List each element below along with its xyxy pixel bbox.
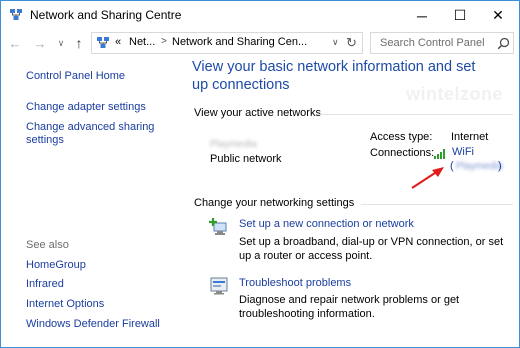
access-type-label: Access type: [370, 131, 433, 143]
wifi-ssid-paren-close: ) [498, 160, 502, 172]
recent-locations-dropdown[interactable]: ∨ [52, 33, 70, 53]
new-connection-icon [209, 218, 227, 235]
sidebar-item-change-advanced-sharing[interactable]: Change advanced sharing settings [26, 121, 176, 147]
see-also-windows-defender-firewall[interactable]: Windows Defender Firewall [26, 318, 160, 331]
troubleshoot-problems-desc: Diagnose and repair network problems or … [239, 294, 460, 320]
close-button[interactable]: ✕ [481, 1, 515, 30]
up-button[interactable]: ↑ [70, 33, 88, 53]
window-title: Network and Sharing Centre [30, 8, 182, 22]
setup-new-connection-desc: Set up a broadband, dial-up or VPN conne… [239, 236, 504, 262]
network-name: Playmedia [210, 139, 257, 150]
access-type-value: Internet [451, 131, 489, 143]
network-sharing-window: Network and Sharing Centre ─ ☐ ✕ ← → ∨ ↑… [0, 0, 520, 348]
network-type: Public network [210, 153, 282, 165]
maximize-button[interactable]: ☐ [443, 1, 477, 30]
search-input[interactable]: Search Control Panel [370, 32, 514, 54]
forward-button[interactable]: → [31, 33, 49, 53]
title-bar: Network and Sharing Centre ─ ☐ ✕ [1, 1, 519, 30]
wifi-ssid-paren-open: ( [450, 160, 454, 172]
breadcrumb-separator[interactable]: > [161, 36, 167, 47]
address-row: ← → ∨ ↑ « Net... > Network and Sharing C… [1, 30, 519, 56]
see-also-label: See also [26, 239, 69, 251]
see-also-homegroup[interactable]: HomeGroup [26, 259, 86, 272]
address-dropdown-icon[interactable]: ∨ [332, 37, 339, 48]
active-networks-label: View your active networks [194, 107, 321, 119]
control-panel-icon [97, 37, 109, 48]
refresh-icon[interactable]: ↻ [346, 35, 357, 51]
watermark: wintelzone [406, 84, 504, 104]
change-settings-label: Change your networking settings [194, 197, 355, 209]
troubleshoot-icon [210, 277, 228, 295]
network-centre-icon [10, 9, 22, 20]
wifi-connection-link[interactable]: WiFi [452, 146, 474, 158]
sidebar-item-control-panel-home[interactable]: Control Panel Home [26, 70, 125, 83]
red-arrow-icon [411, 167, 444, 189]
setup-new-connection-link[interactable]: Set up a new connection or network [239, 218, 414, 230]
sidebar-item-change-adapter-settings[interactable]: Change adapter settings [26, 101, 146, 114]
address-bar[interactable]: « Net... > Network and Sharing Cen... ∨ … [91, 32, 363, 54]
see-also-infrared[interactable]: Infrared [26, 278, 64, 291]
connections-label: Connections: [370, 147, 435, 159]
see-also-internet-options[interactable]: Internet Options [26, 298, 104, 311]
search-icon[interactable] [497, 37, 510, 50]
minimize-button[interactable]: ─ [405, 1, 439, 30]
breadcrumb-network[interactable]: Net... [129, 36, 155, 48]
breadcrumb-current[interactable]: Network and Sharing Cen... [172, 36, 307, 48]
search-placeholder: Search Control Panel [380, 37, 485, 49]
breadcrumb-overflow[interactable]: « [115, 36, 121, 48]
divider [361, 204, 513, 205]
wifi-ssid[interactable]: Playmedia [456, 161, 503, 172]
troubleshoot-problems-link[interactable]: Troubleshoot problems [239, 277, 351, 289]
back-button[interactable]: ← [6, 33, 24, 53]
divider [317, 114, 513, 115]
wifi-signal-icon [434, 149, 445, 159]
